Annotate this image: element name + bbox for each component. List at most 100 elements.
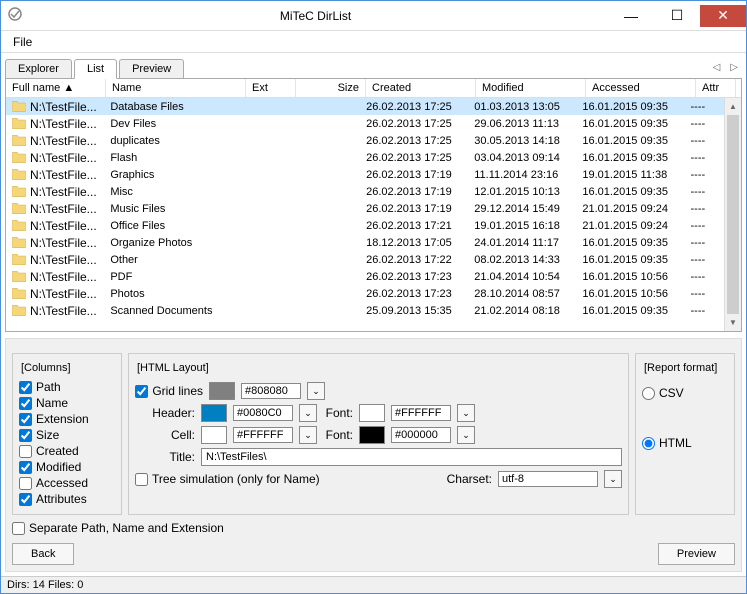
col-name[interactable]: Name xyxy=(106,79,246,97)
charset-select[interactable] xyxy=(498,471,598,487)
col-accessed[interactable]: Accessed xyxy=(586,79,696,97)
cell-created: 26.02.2013 17:19 xyxy=(360,169,468,181)
cell-modified: 11.11.2014 23:16 xyxy=(468,169,576,181)
title-input[interactable] xyxy=(201,448,622,466)
cell-hex[interactable]: #FFFFFF xyxy=(233,427,293,443)
menu-file[interactable]: File xyxy=(7,33,38,51)
cell-fullname: N:\TestFile... xyxy=(6,151,104,165)
app-icon xyxy=(7,6,23,25)
cell-created: 26.02.2013 17:22 xyxy=(360,254,468,266)
header-font-drop-icon[interactable]: ⌄ xyxy=(457,404,475,422)
tab-explorer[interactable]: Explorer xyxy=(5,59,72,78)
cell-fullname: N:\TestFile... xyxy=(6,270,104,284)
cell-fullname: N:\TestFile... xyxy=(6,219,104,233)
chk-size[interactable]: Size xyxy=(19,428,115,442)
chk-treesim[interactable]: Tree simulation (only for Name) xyxy=(135,472,320,486)
col-modified[interactable]: Modified xyxy=(476,79,586,97)
gridlines-drop-icon[interactable]: ⌄ xyxy=(307,382,325,400)
table-row[interactable]: N:\TestFile...Graphics26.02.2013 17:1911… xyxy=(6,166,724,183)
cell-font-hex[interactable]: #000000 xyxy=(391,427,451,443)
header-label: Header: xyxy=(135,406,195,420)
minimize-button[interactable]: — xyxy=(608,5,654,27)
cell-modified: 03.04.2013 09:14 xyxy=(468,152,576,164)
close-button[interactable]: ✕ xyxy=(700,5,746,27)
table-row[interactable]: N:\TestFile...Database Files26.02.2013 1… xyxy=(6,98,724,115)
cell-attr: ---- xyxy=(685,169,724,181)
cell-accessed: 19.01.2015 11:38 xyxy=(576,169,684,181)
tab-scroll-left-icon[interactable]: ◁ xyxy=(709,62,725,73)
gridlines-swatch[interactable] xyxy=(209,382,235,400)
scroll-up-icon[interactable]: ▲ xyxy=(725,98,741,115)
tab-scroll-right-icon[interactable]: ▷ xyxy=(726,62,742,73)
chk-gridlines[interactable]: Grid lines xyxy=(135,384,203,398)
header-drop-icon[interactable]: ⌄ xyxy=(299,404,317,422)
scroll-down-icon[interactable]: ▼ xyxy=(725,314,741,331)
cell-name: Flash xyxy=(104,152,242,164)
tab-list[interactable]: List xyxy=(74,59,117,79)
cell-swatch[interactable] xyxy=(201,426,227,444)
col-size[interactable]: Size xyxy=(296,79,366,97)
table-row[interactable]: N:\TestFile...Misc26.02.2013 17:1912.01.… xyxy=(6,183,724,200)
cell-drop-icon[interactable]: ⌄ xyxy=(299,426,317,444)
maximize-button[interactable]: ☐ xyxy=(654,5,700,27)
tab-preview[interactable]: Preview xyxy=(119,59,184,78)
chk-name[interactable]: Name xyxy=(19,396,115,410)
cell-accessed: 21.01.2015 09:24 xyxy=(576,220,684,232)
chk-extension[interactable]: Extension xyxy=(19,412,115,426)
chk-attributes[interactable]: Attributes xyxy=(19,492,115,506)
table-row[interactable]: N:\TestFile...Flash26.02.2013 17:2503.04… xyxy=(6,149,724,166)
table-row[interactable]: N:\TestFile...Organize Photos18.12.2013 … xyxy=(6,234,724,251)
preview-button[interactable]: Preview xyxy=(658,543,735,565)
col-fullname[interactable]: Full name ▲ xyxy=(6,79,106,97)
radio-csv[interactable]: CSV xyxy=(642,386,728,400)
cell-accessed: 16.01.2015 10:56 xyxy=(576,288,684,300)
table-row[interactable]: N:\TestFile...Dev Files26.02.2013 17:252… xyxy=(6,115,724,132)
table-row[interactable]: N:\TestFile...PDF26.02.2013 17:2321.04.2… xyxy=(6,268,724,285)
cell-created: 26.02.2013 17:25 xyxy=(360,101,468,113)
header-hex[interactable]: #0080C0 xyxy=(233,405,293,421)
table-row[interactable]: N:\TestFile...Music Files26.02.2013 17:1… xyxy=(6,200,724,217)
cell-font-swatch[interactable] xyxy=(359,426,385,444)
scrollbar[interactable]: ▲ ▼ xyxy=(724,98,741,331)
table-row[interactable]: N:\TestFile...duplicates26.02.2013 17:25… xyxy=(6,132,724,149)
cell-name: Other xyxy=(104,254,242,266)
columns-panel: [Columns] Path Name Extension Size Creat… xyxy=(12,353,122,515)
chk-accessed[interactable]: Accessed xyxy=(19,476,115,490)
cell-fullname: N:\TestFile... xyxy=(6,185,104,199)
cell-modified: 29.12.2014 15:49 xyxy=(468,203,576,215)
list-body[interactable]: N:\TestFile... Database Files 26.02.2013 1… xyxy=(6,98,724,331)
titlebar: MiTeC DirList — ☐ ✕ xyxy=(1,1,746,31)
cell-accessed: 16.01.2015 10:56 xyxy=(576,271,684,283)
radio-html[interactable]: HTML xyxy=(642,436,728,450)
table-row[interactable]: N:\TestFile...Other26.02.2013 17:2208.02… xyxy=(6,251,724,268)
cell-attr: ---- xyxy=(685,288,724,300)
layout-legend: [HTML Layout] xyxy=(135,362,211,374)
table-row[interactable]: N:\TestFile...Office Files26.02.2013 17:… xyxy=(6,217,724,234)
cell-fullname: N:\TestFile... xyxy=(6,168,104,182)
cell-font-drop-icon[interactable]: ⌄ xyxy=(457,426,475,444)
charset-drop-icon[interactable]: ⌄ xyxy=(604,470,622,488)
header-font-hex[interactable]: #FFFFFF xyxy=(391,405,451,421)
col-attr[interactable]: Attr xyxy=(696,79,736,97)
scroll-thumb[interactable] xyxy=(727,115,739,314)
header-swatch[interactable] xyxy=(201,404,227,422)
cell-name: Database Files xyxy=(104,101,242,113)
header-font-swatch[interactable] xyxy=(359,404,385,422)
col-created[interactable]: Created xyxy=(366,79,476,97)
back-button[interactable]: Back xyxy=(12,543,74,565)
cell-attr: ---- xyxy=(685,220,724,232)
cell-attr: ---- xyxy=(685,118,724,130)
table-row[interactable]: N:\TestFile...Photos26.02.2013 17:2328.1… xyxy=(6,285,724,302)
chk-path[interactable]: Path xyxy=(19,380,115,394)
gridlines-hex[interactable]: #808080 xyxy=(241,383,301,399)
col-ext[interactable]: Ext xyxy=(246,79,296,97)
table-row[interactable]: N:\TestFile...Scanned Documents25.09.201… xyxy=(6,302,724,319)
cell-fullname: N:\TestFile... xyxy=(6,287,104,301)
cell-created: 26.02.2013 17:23 xyxy=(360,271,468,283)
cell-created: 26.02.2013 17:23 xyxy=(360,288,468,300)
chk-modified[interactable]: Modified xyxy=(19,460,115,474)
cell-name: duplicates xyxy=(104,135,242,147)
chk-separate[interactable]: Separate Path, Name and Extension xyxy=(12,521,735,535)
cell-name: PDF xyxy=(104,271,242,283)
chk-created[interactable]: Created xyxy=(19,444,115,458)
